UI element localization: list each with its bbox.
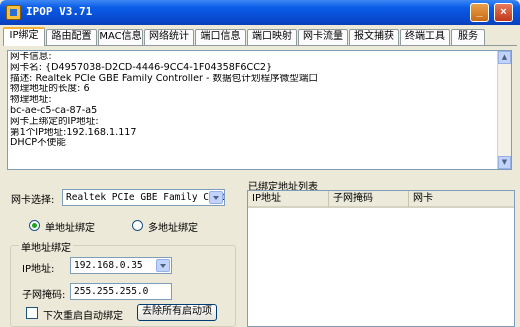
binding-panel: 网卡选择: Realtek PCIe GBE Family Cont 单地址绑定… [7,178,239,327]
subnet-mask-label: 子网掩码: [22,290,66,301]
bound-address-list[interactable]: IP地址 子网掩码 网卡 [247,190,515,327]
ip-address-select[interactable]: 192.168.0.35 [70,257,172,274]
autostart-checkbox[interactable] [26,307,38,319]
info-scrollbar[interactable]: ▲ ▼ [497,51,511,169]
info-line: 第1个IP地址:192.168.1.117 [10,127,137,138]
tab-port-mapping[interactable]: 端口映射 [247,29,297,45]
info-line: 描述: Realtek PCIe GBE Family Controller -… [10,73,319,84]
tab-nic-traffic[interactable]: 网卡流量 [298,29,348,45]
single-mode-radio[interactable] [29,220,40,231]
multi-mode-radio[interactable] [132,220,143,231]
column-header-mask[interactable]: 子网掩码 [329,191,409,208]
close-button[interactable]: × [494,3,513,22]
nic-select[interactable]: Realtek PCIe GBE Family Cont [62,189,225,206]
info-line: 物理地址的长度: 6 [10,84,90,95]
tab-route-config[interactable]: 路由配置 [46,29,97,45]
scroll-down-icon[interactable]: ▼ [498,156,511,169]
ip-address-value: 192.168.0.35 [74,260,143,271]
chevron-down-icon[interactable] [156,259,170,272]
nic-info-lines: 网卡信息: 网卡名: {D4957038-D2CD-4446-9CC4-1F04… [10,52,500,149]
tab-terminal-tools[interactable]: 终端工具 [400,29,450,45]
title-bar: IPOP V3.71 _ × [0,0,520,25]
subnet-mask-field[interactable]: 255.255.255.0 [70,283,172,300]
scroll-up-icon[interactable]: ▲ [498,51,511,64]
chevron-down-icon[interactable] [209,191,223,204]
nic-select-value: Realtek PCIe GBE Family Cont [66,192,225,203]
tab-bar: IP绑定 路由配置 MAC信息 网络统计 端口信息 端口映射 网卡流量 报文捕获… [3,27,519,46]
bound-list-panel: 已绑定地址列表 IP地址 子网掩码 网卡 [244,178,518,327]
column-header-nic[interactable]: 网卡 [409,191,514,208]
info-line: DHCP不使能 [10,138,66,149]
tab-port-info[interactable]: 端口信息 [195,29,246,45]
app-icon [6,5,21,20]
info-line: 网卡信息: [10,52,52,62]
tab-network-stats[interactable]: 网络统计 [144,29,194,45]
tab-services[interactable]: 服务 [451,29,485,45]
autostart-label: 下次重启自动绑定 [43,311,123,322]
window-title: IPOP V3.71 [26,5,93,18]
single-binding-group-title: 单地址绑定 [19,239,73,254]
info-line: 网卡名: {D4957038-D2CD-4446-9CC4-1F04358F6C… [10,62,273,73]
tab-ip-binding[interactable]: IP绑定 [3,27,45,46]
nic-select-label: 网卡选择: [11,195,55,206]
minimize-button[interactable]: _ [470,3,489,22]
multi-mode-label: 多地址绑定 [148,223,198,234]
ip-address-label: IP地址: [22,264,55,275]
tab-packet-capture[interactable]: 报文捕获 [349,29,399,45]
remove-all-startup-button[interactable]: 去除所有启动项 [137,304,217,321]
column-header-ip[interactable]: IP地址 [248,191,329,208]
info-line: 物理地址: [10,95,52,106]
info-line: bc-ae-c5-ca-87-a5 [10,105,98,116]
info-line: 网卡上绑定的IP地址: [10,116,99,127]
tab-divider [3,45,517,46]
single-mode-label: 单地址绑定 [45,223,95,234]
nic-info-textbox[interactable]: 网卡信息: 网卡名: {D4957038-D2CD-4446-9CC4-1F04… [7,50,512,170]
tab-mac-info[interactable]: MAC信息 [98,29,143,45]
